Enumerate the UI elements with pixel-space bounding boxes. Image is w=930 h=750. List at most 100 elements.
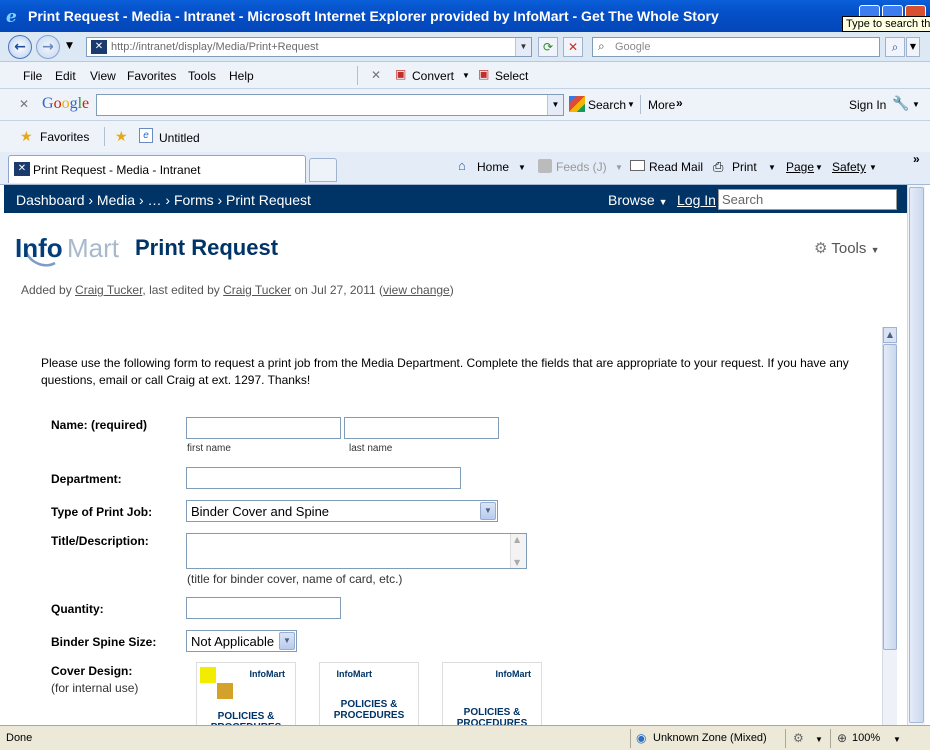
search-tooltip: Type to search th [842, 16, 930, 32]
first-name-hint: first name [187, 443, 231, 454]
google-search-input[interactable]: ▼ [96, 94, 564, 116]
safety-menu-button[interactable]: Safety [832, 160, 866, 174]
google-history-dropdown-icon[interactable]: ▼ [547, 95, 563, 115]
favorites-bar: ★ Favorites ★ e Untitled [0, 121, 930, 152]
chevron-down-icon[interactable]: ▼ [279, 632, 295, 650]
binder-spine-select[interactable]: Not Applicable ▼ [186, 630, 297, 652]
toolbar-separator [104, 127, 105, 146]
menu-edit[interactable]: Edit [55, 69, 76, 83]
department-label: Department: [51, 472, 122, 486]
pdf-convert-icon: ▣ [395, 67, 407, 81]
favorite-link-untitled[interactable]: Untitled [159, 131, 200, 145]
new-tab-button[interactable] [309, 158, 337, 182]
author-link[interactable]: Craig Tucker [75, 283, 142, 297]
favorites-button[interactable]: Favorites [40, 130, 89, 144]
wiki-search-placeholder: Search [722, 192, 764, 207]
address-dropdown-icon[interactable]: ▼ [515, 38, 531, 56]
browse-menu-button[interactable]: Browse ▼ [608, 192, 668, 208]
editor-link[interactable]: Craig Tucker [223, 283, 291, 297]
google-search-button[interactable]: Search [588, 98, 626, 112]
title-description-textarea[interactable]: ▲ ▼ [186, 533, 527, 569]
settings-dropdown-icon[interactable]: ▼ [912, 100, 920, 109]
chevron-double-right-icon[interactable]: » [913, 152, 920, 166]
tools-menu-button[interactable]: ⚙ Tools ▼ [814, 239, 879, 257]
menu-favorites[interactable]: Favorites [127, 69, 176, 83]
home-button[interactable]: Home [477, 160, 509, 174]
print-job-select[interactable]: Binder Cover and Spine ▼ [186, 500, 498, 522]
cover-option-3[interactable]: InfoMart POLICIES & PROCEDURES [442, 662, 542, 725]
quantity-input[interactable] [186, 597, 341, 619]
search-go-button[interactable]: ⌕ [885, 37, 905, 57]
close-toolbar-icon[interactable]: ✕ [371, 68, 381, 82]
zoom-icon: ⊕ [837, 731, 848, 745]
menu-view[interactable]: View [90, 69, 116, 83]
last-name-input[interactable] [344, 417, 499, 439]
add-favorites-icon[interactable]: ★ [115, 128, 128, 145]
close-google-toolbar-icon[interactable]: ✕ [19, 97, 29, 111]
log-in-link[interactable]: Log In [677, 192, 716, 208]
stop-button[interactable]: ✕ [563, 37, 583, 57]
search-icon: ⌕ [598, 39, 605, 53]
first-name-input[interactable] [186, 417, 341, 439]
select-button[interactable]: Select [495, 69, 528, 83]
scrollbar-thumb[interactable] [883, 344, 897, 650]
chevron-down-icon[interactable]: ▼ [480, 502, 496, 520]
meta-added-by: Added by [21, 283, 76, 297]
breadcrumb[interactable]: Dashboard › Media › … › Forms › Print Re… [16, 192, 311, 208]
google-more-button[interactable]: More [648, 98, 675, 112]
safety-dropdown-icon[interactable]: ▼ [869, 163, 877, 172]
print-button[interactable]: Print [732, 160, 757, 174]
read-mail-button[interactable]: Read Mail [649, 160, 703, 174]
tab-print-request[interactable]: ✕ Print Request - Media - Intranet [8, 155, 306, 183]
address-field[interactable]: ✕ http://intranet/display/Media/Print+Re… [86, 37, 532, 57]
form-frame-scrollbar[interactable]: ▲ [882, 327, 897, 725]
convert-button[interactable]: Convert [412, 69, 454, 83]
tab-label: Print Request - Media - Intranet [33, 163, 201, 177]
cover-option-1[interactable]: InfoMart POLICIES & PROCEDURES [196, 662, 296, 725]
wiki-search-input[interactable]: Search [718, 189, 897, 210]
wrench-icon[interactable]: 🔧 [892, 95, 909, 112]
menu-tools[interactable]: Tools [188, 69, 216, 83]
page-menu-button[interactable]: Page [786, 160, 814, 174]
scroll-up-arrow-icon[interactable]: ▲ [883, 327, 897, 343]
forward-button[interactable]: → [36, 35, 60, 59]
convert-dropdown-icon[interactable]: ▼ [462, 71, 470, 80]
feeds-button[interactable]: Feeds (J) [556, 160, 607, 174]
cover-option-2[interactable]: InfoMart POLICIES & PROCEDURES [319, 662, 419, 725]
meta-edited: , last edited by [142, 283, 224, 297]
menu-file[interactable]: File [23, 69, 42, 83]
feeds-icon [538, 159, 552, 173]
status-separator [630, 729, 631, 748]
protected-mode-dropdown-icon[interactable]: ▼ [815, 735, 823, 744]
google-search-dropdown-icon[interactable]: ▼ [627, 100, 635, 109]
scroll-up-arrow-icon: ▲ [514, 535, 521, 544]
zoom-dropdown-icon[interactable]: ▼ [893, 735, 901, 744]
globe-icon: ◉ [636, 731, 647, 745]
form-intro-text: Please use the following form to request… [41, 356, 849, 387]
chevron-double-right-icon[interactable]: » [676, 96, 683, 110]
menu-help[interactable]: Help [229, 69, 254, 83]
feeds-dropdown-icon[interactable]: ▼ [615, 163, 623, 172]
security-zone[interactable]: Unknown Zone (Mixed) [653, 732, 767, 744]
google-sign-in-button[interactable]: Sign In [849, 98, 886, 112]
home-dropdown-icon[interactable]: ▼ [518, 163, 526, 172]
view-change-link[interactable]: view change [383, 283, 450, 297]
back-button[interactable]: ← [8, 35, 32, 59]
textarea-scrollbar[interactable]: ▲ ▼ [510, 534, 526, 568]
protected-mode-icon[interactable]: ⚙ [793, 731, 804, 745]
print-job-selected: Binder Cover and Spine [191, 504, 330, 519]
select-icon: ▣ [478, 67, 490, 81]
page-scrollbar[interactable] [907, 185, 925, 725]
zoom-level[interactable]: 100% [852, 732, 880, 744]
browser-search-input[interactable]: ⌕ Google [592, 37, 880, 57]
address-url: http://intranet/display/Media/Print+Requ… [111, 41, 319, 53]
refresh-button[interactable]: ⟳ [538, 37, 558, 57]
department-input[interactable] [186, 467, 461, 489]
search-options-dropdown[interactable]: ▼ [906, 37, 920, 57]
toolbar-separator [640, 95, 641, 114]
recent-pages-dropdown-icon[interactable]: ▼ [66, 41, 73, 51]
scrollbar-thumb[interactable] [909, 187, 924, 723]
cover-brand: InfoMart [249, 669, 286, 679]
page-dropdown-icon[interactable]: ▼ [815, 163, 823, 172]
print-dropdown-icon[interactable]: ▼ [768, 163, 776, 172]
